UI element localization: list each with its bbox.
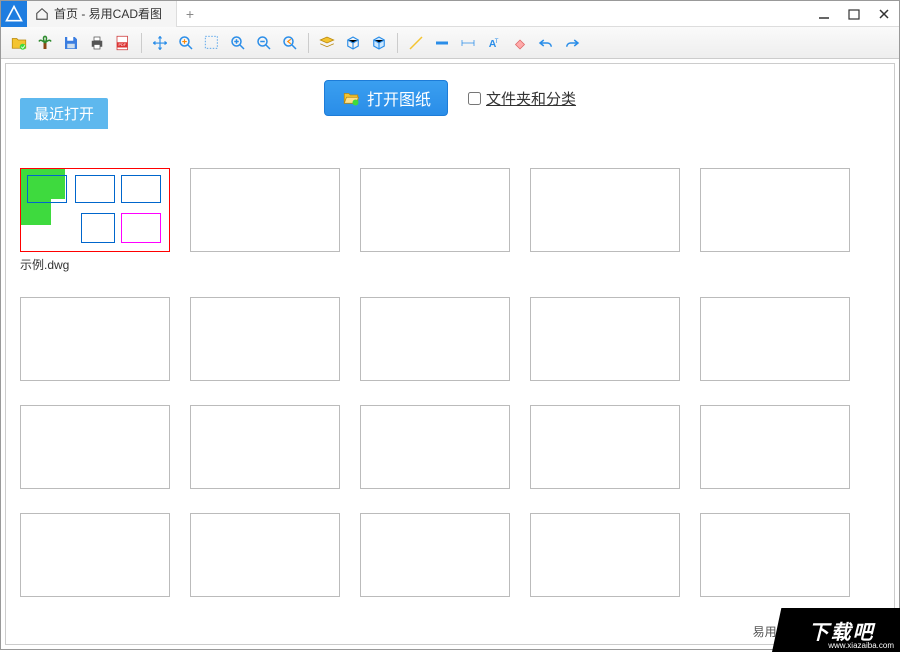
- file-thumbnail[interactable]: [360, 297, 510, 381]
- toolbar-separator: [397, 33, 398, 53]
- content-area: 打开图纸 文件夹和分类 最近打开 示例.dwg 易用CAD: www.yiyon…: [5, 63, 895, 645]
- file-thumbnail[interactable]: [700, 405, 850, 489]
- tab-title: 首页 - 易用CAD看图: [54, 5, 162, 22]
- file-thumbnail[interactable]: [190, 168, 340, 252]
- close-button[interactable]: [875, 5, 893, 23]
- thumb-cell: [530, 513, 680, 597]
- layer-icon[interactable]: [315, 31, 339, 55]
- erase-icon[interactable]: [508, 31, 532, 55]
- file-thumbnail[interactable]: [190, 405, 340, 489]
- thumb-cell: [20, 405, 170, 489]
- thumb-cell: [530, 168, 680, 273]
- file-thumbnail[interactable]: [530, 405, 680, 489]
- save-icon[interactable]: [59, 31, 83, 55]
- thumb-cell: [20, 513, 170, 597]
- thumb-cell: [20, 297, 170, 381]
- file-thumbnail[interactable]: [20, 513, 170, 597]
- zoom-fit-icon[interactable]: [174, 31, 198, 55]
- open-drawing-button[interactable]: 打开图纸: [324, 80, 448, 116]
- file-thumbnail[interactable]: [360, 405, 510, 489]
- pan-icon[interactable]: [148, 31, 172, 55]
- line-icon[interactable]: [404, 31, 428, 55]
- thumb-cell: [360, 297, 510, 381]
- svg-text:PDF: PDF: [119, 43, 127, 47]
- svg-text:T: T: [495, 39, 499, 45]
- thumb-cell: [190, 513, 340, 597]
- file-thumbnail[interactable]: [360, 168, 510, 252]
- window-controls: [815, 1, 893, 27]
- thumb-cell: [190, 297, 340, 381]
- toolbar-separator: [308, 33, 309, 53]
- point-icon[interactable]: [430, 31, 454, 55]
- zoom-prev-icon[interactable]: [278, 31, 302, 55]
- thumb-cell: [360, 405, 510, 489]
- app-window: 首页 - 易用CAD看图 + PDF AT: [0, 0, 900, 650]
- tab-add-button[interactable]: +: [177, 6, 203, 22]
- zoom-out-icon[interactable]: [252, 31, 276, 55]
- file-thumbnail[interactable]: [190, 297, 340, 381]
- file-thumbnail[interactable]: [190, 513, 340, 597]
- redo-icon[interactable]: [560, 31, 584, 55]
- palm-icon[interactable]: [33, 31, 57, 55]
- top-actions: 打开图纸 文件夹和分类: [20, 80, 880, 116]
- pdf-icon[interactable]: PDF: [111, 31, 135, 55]
- file-thumbnail[interactable]: [700, 513, 850, 597]
- thumb-cell: [700, 297, 850, 381]
- dimension-icon[interactable]: [456, 31, 480, 55]
- file-thumbnail[interactable]: [20, 405, 170, 489]
- tab-home[interactable]: 首页 - 易用CAD看图: [27, 1, 177, 27]
- recent-tab[interactable]: 最近打开: [20, 98, 108, 129]
- minimize-button[interactable]: [815, 5, 833, 23]
- file-thumbnail[interactable]: [700, 297, 850, 381]
- file-name-label: 示例.dwg: [20, 256, 170, 273]
- text-icon[interactable]: AT: [482, 31, 506, 55]
- undo-icon[interactable]: [534, 31, 558, 55]
- thumb-cell: [190, 168, 340, 273]
- thumb-cell: [700, 168, 850, 273]
- titlebar: 首页 - 易用CAD看图 +: [1, 1, 899, 27]
- print-icon[interactable]: [85, 31, 109, 55]
- zoom-window-icon[interactable]: [200, 31, 224, 55]
- toolbar-separator: [141, 33, 142, 53]
- box-icon[interactable]: [341, 31, 365, 55]
- thumb-cell: 示例.dwg: [20, 168, 170, 273]
- watermark-sub: www.xiazaiba.com: [828, 641, 894, 650]
- cube-icon[interactable]: [367, 31, 391, 55]
- folder-class-checkbox[interactable]: [468, 92, 481, 105]
- thumb-cell: [700, 513, 850, 597]
- folder-class-label: 文件夹和分类: [486, 88, 576, 109]
- thumb-cell: [700, 405, 850, 489]
- home-icon: [35, 7, 49, 21]
- thumb-cell: [530, 405, 680, 489]
- file-thumbnail[interactable]: [700, 168, 850, 252]
- file-thumbnail[interactable]: [20, 297, 170, 381]
- open-file-icon[interactable]: [7, 31, 31, 55]
- file-thumbnail[interactable]: [530, 168, 680, 252]
- thumb-cell: [360, 513, 510, 597]
- thumb-cell: [530, 297, 680, 381]
- thumb-cell: [190, 405, 340, 489]
- folder-class-toggle[interactable]: 文件夹和分类: [468, 88, 576, 109]
- app-logo: [1, 1, 27, 27]
- file-thumbnail[interactable]: [360, 513, 510, 597]
- zoom-in-icon[interactable]: [226, 31, 250, 55]
- file-thumbnail[interactable]: [20, 168, 170, 252]
- open-button-label: 打开图纸: [367, 86, 431, 110]
- maximize-button[interactable]: [845, 5, 863, 23]
- recent-grid: 示例.dwg: [20, 168, 880, 597]
- file-thumbnail[interactable]: [530, 297, 680, 381]
- folder-open-icon: [341, 89, 361, 107]
- file-thumbnail[interactable]: [530, 513, 680, 597]
- toolbar: PDF AT: [1, 27, 899, 59]
- thumb-cell: [360, 168, 510, 273]
